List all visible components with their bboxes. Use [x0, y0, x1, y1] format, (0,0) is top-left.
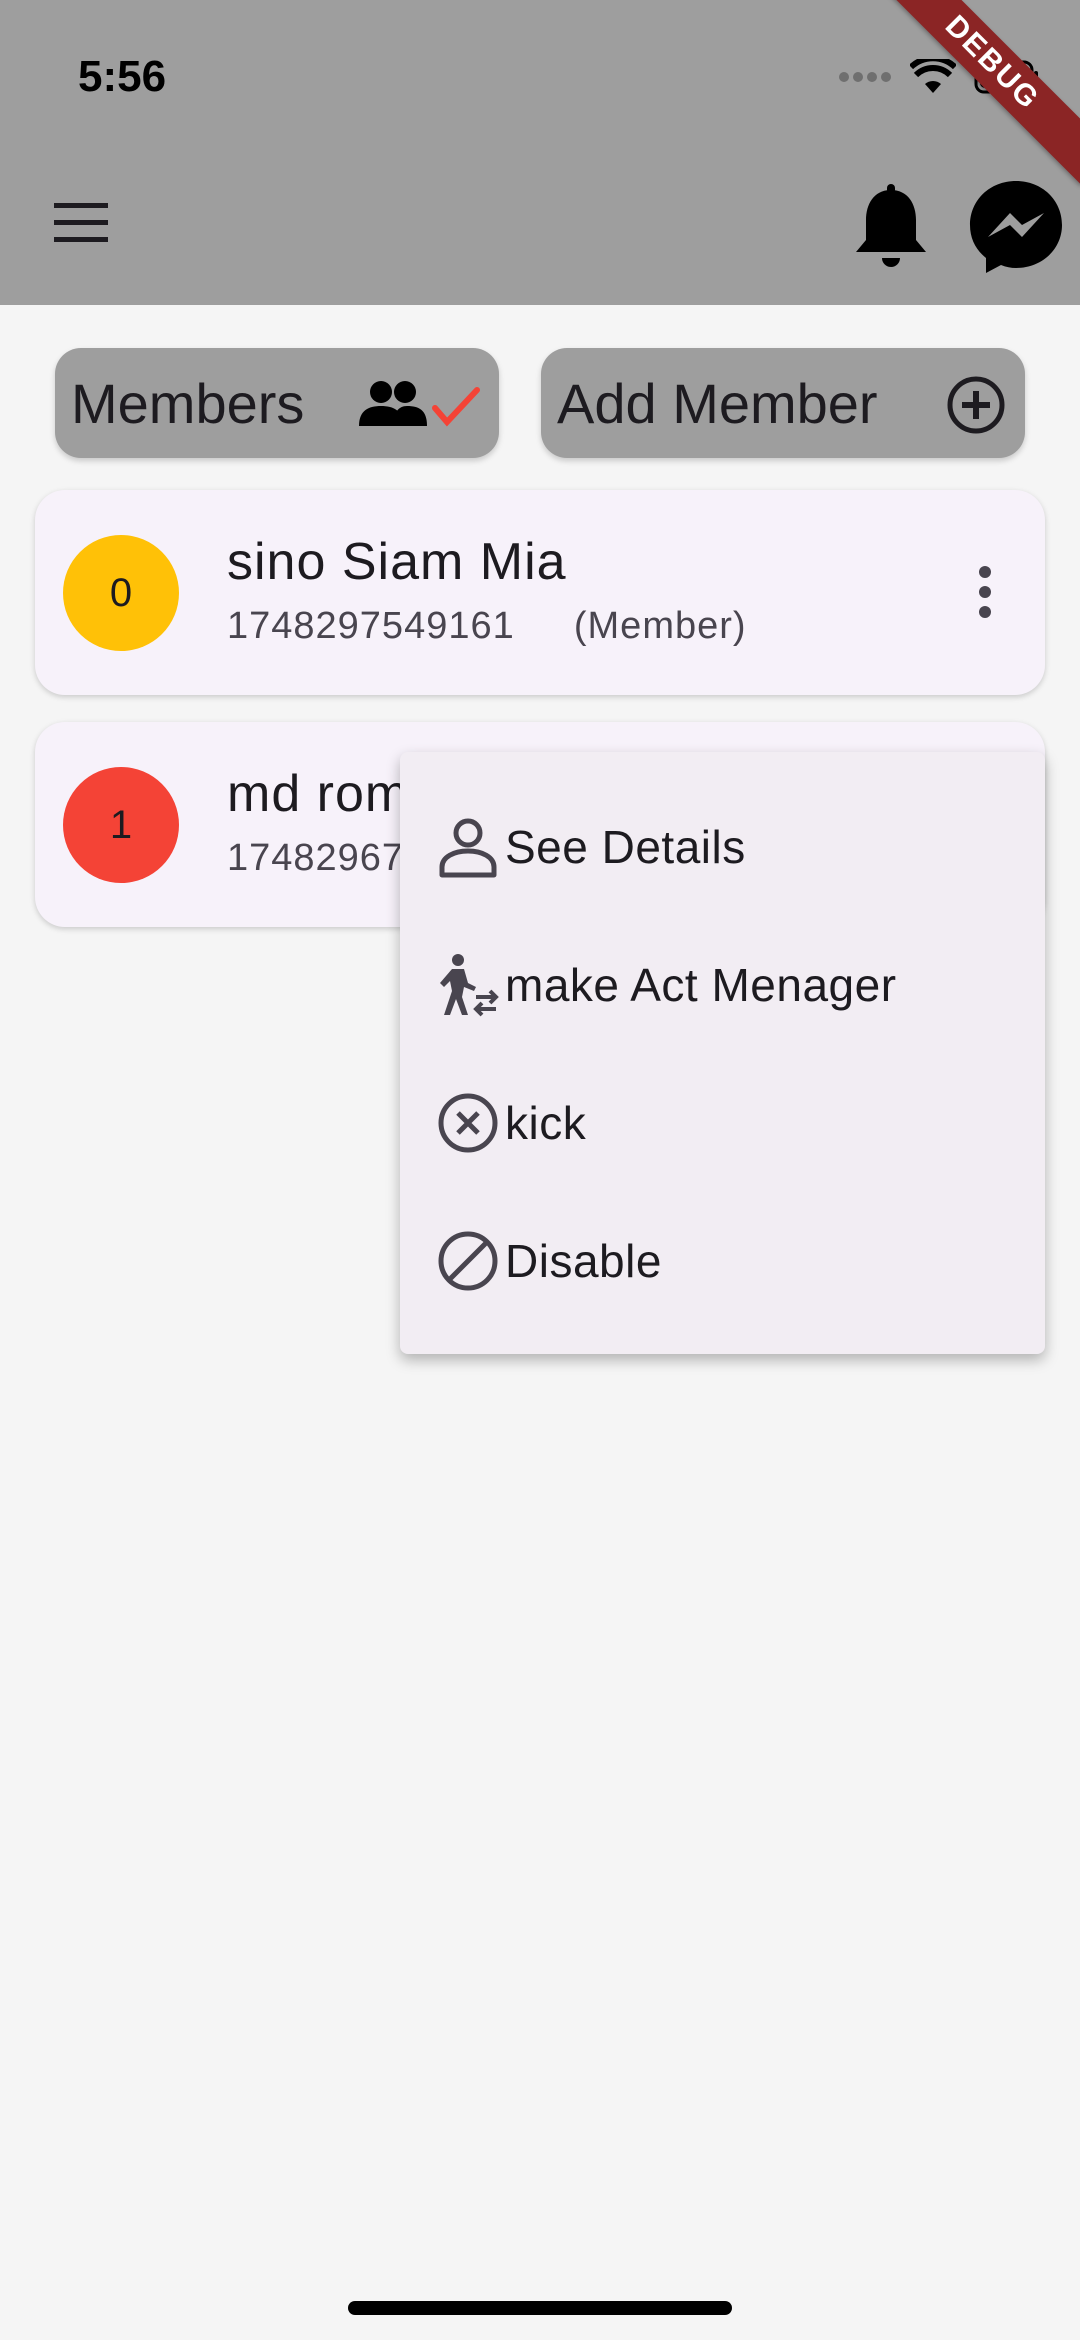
member-index: 1	[109, 802, 133, 847]
member-id: 174829675	[227, 837, 427, 879]
member-index: 0	[109, 570, 133, 615]
status-time: 5:56	[78, 52, 167, 101]
more-vert-icon	[979, 566, 991, 618]
members-button-label: Members	[71, 371, 305, 435]
transfer-person-icon	[440, 954, 499, 1017]
wifi-icon	[910, 59, 956, 93]
bell-icon	[856, 184, 926, 267]
cancel-circle-icon	[438, 1093, 498, 1153]
messenger-icon	[970, 181, 1062, 273]
member-role: (Member)	[573, 605, 747, 647]
person-icon	[439, 818, 497, 878]
menu-item-see-details[interactable]: See Details	[400, 778, 1045, 916]
home-indicator	[348, 2301, 732, 2315]
menu-item-label: make Act Menager	[505, 959, 897, 1011]
member-id: 1748297549161	[227, 605, 515, 647]
group-check-icon	[359, 381, 480, 427]
menu-button[interactable]	[50, 200, 112, 246]
member-avatar: 1	[63, 767, 179, 883]
member-options-button[interactable]	[965, 562, 1005, 622]
member-subtitle: 1748297549161 (Member)	[227, 605, 747, 648]
menu-item-make-act-manager[interactable]: make Act Menager	[400, 916, 1045, 1054]
hamburger-menu-icon	[54, 203, 108, 242]
menu-item-kick[interactable]: kick	[400, 1054, 1045, 1192]
add-member-button[interactable]: Add Member	[541, 348, 1025, 458]
menu-item-label: See Details	[505, 821, 746, 873]
menu-item-label: Disable	[505, 1235, 662, 1287]
messenger-button[interactable]	[966, 177, 1066, 277]
members-button[interactable]: Members	[55, 348, 499, 458]
app-bar: 5:56 DEBUG	[0, 0, 1080, 305]
menu-item-disable[interactable]: Disable	[400, 1192, 1045, 1330]
member-options-menu: See Details make Act Menager kick Disabl…	[400, 752, 1045, 1354]
member-subtitle: 174829675	[227, 837, 426, 880]
add-circle-icon	[947, 376, 1005, 434]
member-name: md rom	[227, 765, 410, 823]
menu-item-label: kick	[505, 1097, 587, 1149]
signal-icon	[839, 72, 891, 82]
notifications-button[interactable]	[852, 182, 930, 272]
member-card[interactable]: 0 sino Siam Mia 1748297549161 (Member)	[35, 490, 1045, 695]
add-member-button-label: Add Member	[557, 371, 878, 435]
member-name: sino Siam Mia	[227, 533, 567, 591]
member-avatar: 0	[63, 535, 179, 651]
block-icon	[438, 1231, 498, 1291]
